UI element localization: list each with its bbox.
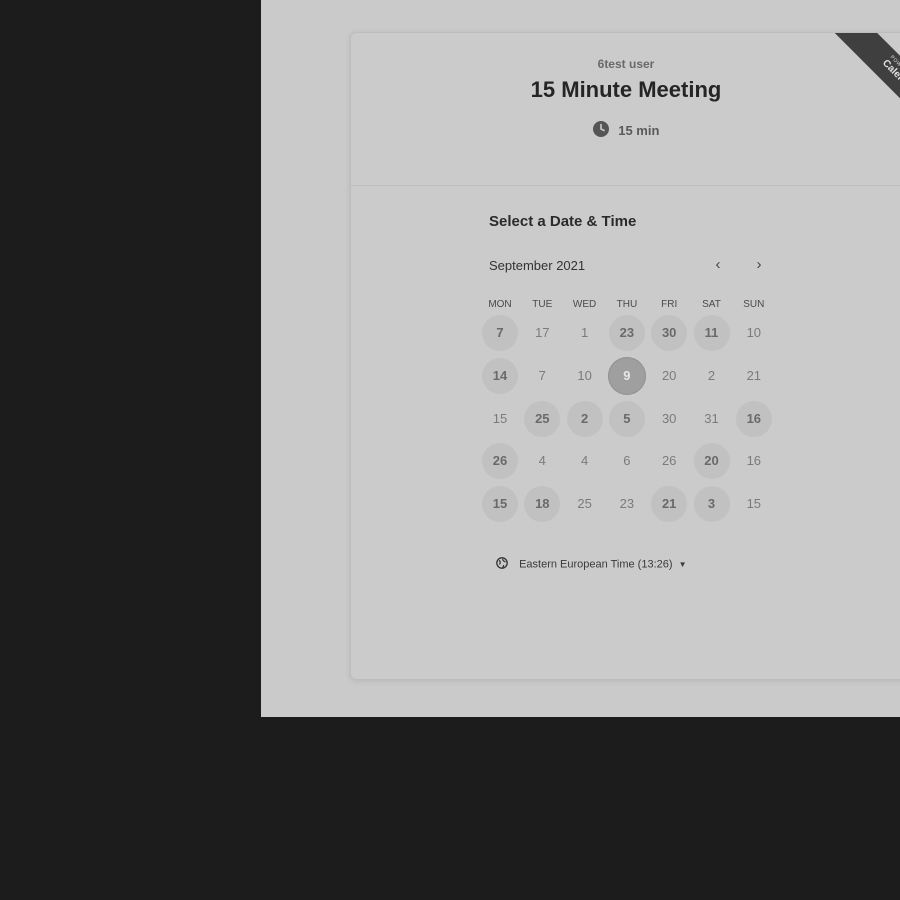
calendar-day: 4 — [580, 453, 589, 469]
weekday-sat: SAT — [702, 299, 721, 310]
calendar-day: 7 — [538, 367, 546, 383]
timezone-selector[interactable]: Eastern European Time (13:26) ▼ — [496, 557, 687, 572]
calendar-day: 23 — [619, 496, 635, 512]
weekday-thu: THU — [616, 299, 638, 310]
calendar-day[interactable]: 2 — [566, 400, 603, 437]
calendar-day: 21 — [746, 367, 762, 383]
calendar-day: 6 — [623, 453, 631, 469]
calendar-day: 25 — [577, 496, 592, 512]
calendar-day[interactable]: 30 — [651, 315, 688, 351]
weekday-fri: FRI — [661, 299, 678, 310]
event-header: 6test user 15 Minute Meeting 15 min — [351, 33, 900, 186]
calendar-day[interactable]: 23 — [608, 315, 645, 351]
calendar-day[interactable]: 15 — [482, 486, 518, 523]
calendar-day: 10 — [746, 325, 762, 340]
calendar-day: 17 — [535, 325, 550, 340]
calendar-day[interactable]: 7 — [482, 315, 518, 351]
event-duration: 15 min — [351, 121, 900, 140]
calendar-day[interactable]: 11 — [693, 315, 730, 351]
event-title: 15 Minute Meeting — [530, 77, 722, 102]
event-owner: 6test user — [597, 57, 655, 71]
calendar-day[interactable]: 3 — [693, 486, 730, 523]
chevron-right-icon: › — [756, 256, 762, 273]
calendar-day[interactable]: 18 — [524, 486, 561, 523]
booking-card: 6test user 15 Minute Meeting 15 min POWE… — [350, 32, 900, 680]
calendar-day[interactable]: 25 — [524, 400, 561, 437]
caret-down-icon: ▼ — [678, 560, 687, 569]
calendar-day: 15 — [492, 410, 508, 426]
calendar-day: 4 — [538, 453, 546, 469]
next-month-button[interactable]: › — [749, 255, 769, 275]
calendar-day: 1 — [580, 325, 589, 340]
calendar-day: 26 — [661, 453, 677, 469]
page-viewport: 6test user 15 Minute Meeting 15 min POWE… — [261, 0, 900, 717]
calendar-day[interactable]: 21 — [651, 486, 688, 523]
weekday-tue: TUE — [532, 299, 553, 310]
weekday-sun: SUN — [743, 299, 765, 310]
calendar-day[interactable]: 16 — [735, 400, 772, 437]
globe-icon — [496, 557, 508, 572]
timezone-label: Eastern European Time (13:26) — [519, 558, 673, 571]
chevron-left-icon: ‹ — [715, 256, 721, 273]
calendar-day: 31 — [704, 410, 719, 426]
calendar-day: 10 — [577, 367, 592, 383]
duration-label: 15 min — [618, 123, 660, 138]
clock-icon — [592, 121, 609, 140]
select-date-heading: Select a Date & Time — [489, 213, 637, 230]
calendar-day[interactable]: 20 — [693, 443, 730, 480]
calendar-day: 15 — [746, 496, 762, 512]
calendar-day: 20 — [661, 367, 677, 383]
calendar-day: 2 — [707, 367, 716, 383]
calendar-day[interactable]: 14 — [482, 357, 518, 394]
calendar-day[interactable]: 5 — [608, 400, 645, 437]
calendar-day: 30 — [661, 410, 677, 426]
calendar-day: 16 — [746, 453, 762, 469]
calendar-grid: 7 17 1 23 30 11 10 14 7 10 9 20 2 21 15 25 2 5 30 31 16 26 4 4 6… — [480, 315, 780, 535]
weekday-wed: WED — [572, 299, 597, 310]
previous-month-button[interactable]: ‹ — [708, 255, 728, 275]
weekday-header: MON TUE WED THU FRI SAT SUN — [480, 299, 776, 313]
calendar-day[interactable]: 26 — [482, 443, 518, 480]
weekday-mon: MON — [488, 299, 512, 310]
calendar-day-selected[interactable]: 9 — [608, 357, 645, 394]
month-label: September 2021 — [489, 258, 586, 273]
